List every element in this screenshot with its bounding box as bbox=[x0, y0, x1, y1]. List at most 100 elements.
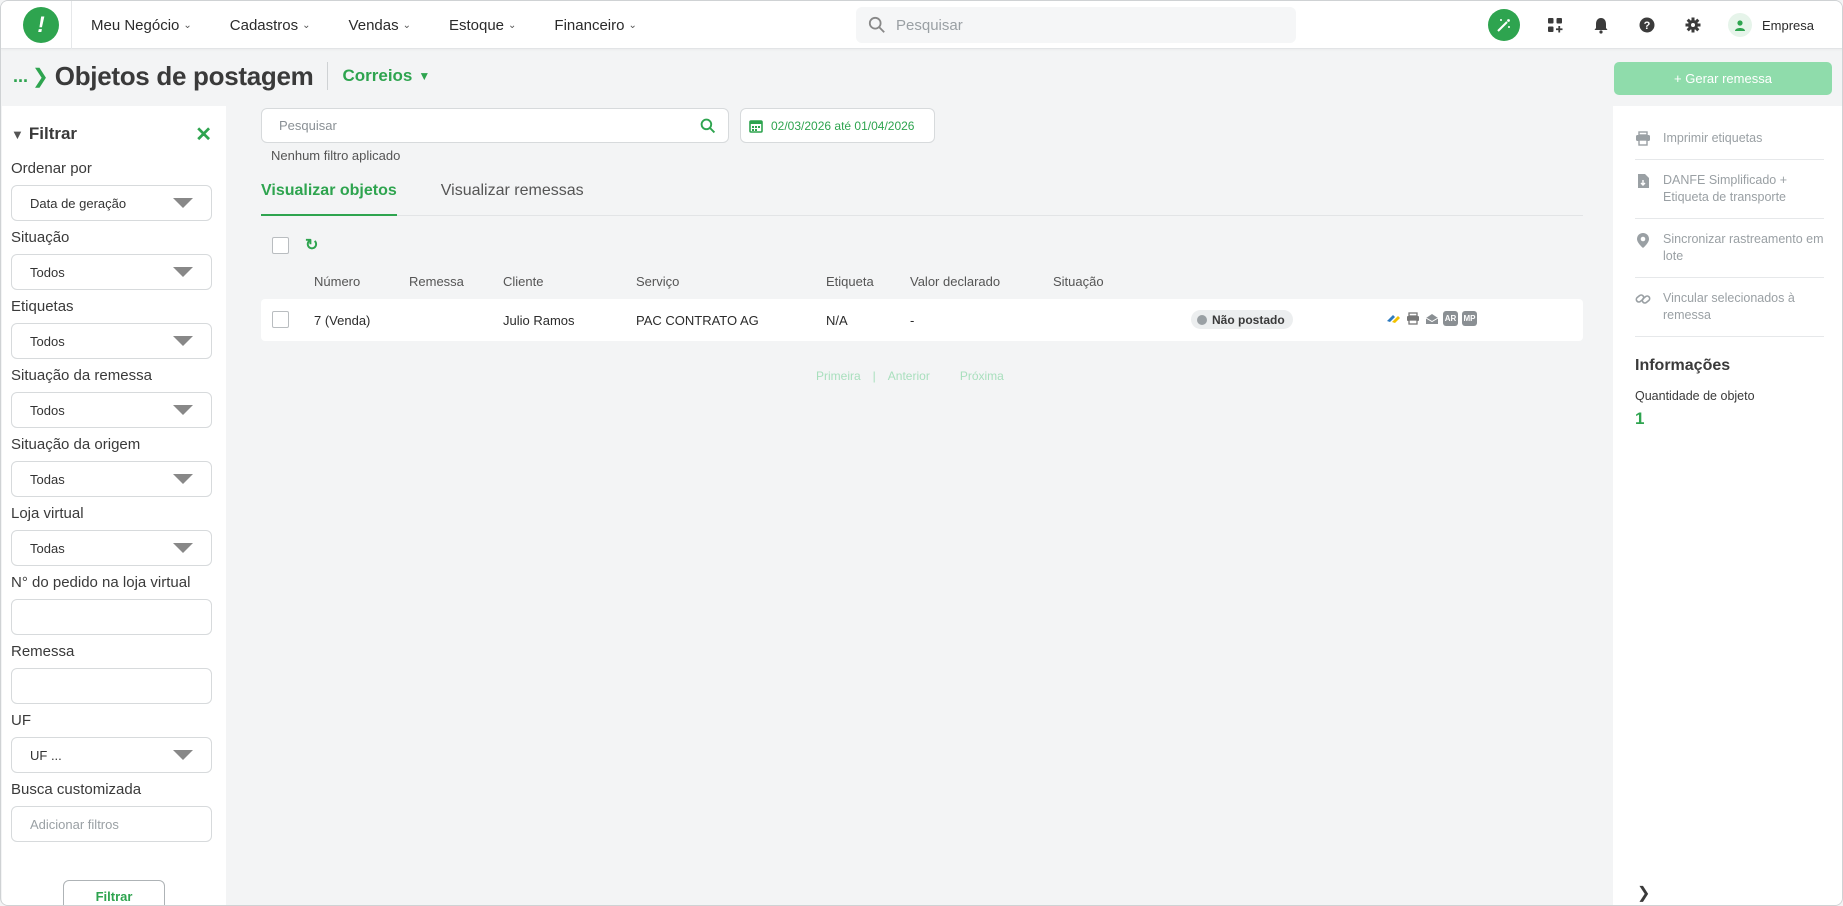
global-search-input[interactable]: Pesquisar bbox=[856, 7, 1296, 43]
link-to-shipment-action[interactable]: Vincular selecionados à remessa bbox=[1635, 278, 1824, 337]
store-select[interactable]: Todas bbox=[11, 530, 212, 566]
filter-title: ▼ Filtrar bbox=[11, 124, 77, 144]
objects-search-input[interactable]: Pesquisar bbox=[261, 108, 729, 143]
select-value: Todas bbox=[30, 471, 65, 487]
print-labels-action[interactable]: Imprimir etiquetas bbox=[1635, 118, 1824, 160]
order-number-input[interactable] bbox=[11, 599, 212, 635]
order-by-select[interactable]: Data de geração bbox=[11, 185, 212, 221]
shipment-situation-select[interactable]: Todos bbox=[11, 392, 212, 428]
select-value: UF ... bbox=[30, 747, 62, 763]
sync-tracking-action[interactable]: Sincronizar rastreamento em lote bbox=[1635, 219, 1824, 278]
table-row[interactable]: 7 (Venda) Julio Ramos PAC CONTRATO AG N/… bbox=[261, 299, 1583, 341]
help-icon[interactable]: ? bbox=[1636, 14, 1658, 36]
apps-icon[interactable] bbox=[1544, 14, 1566, 36]
generate-shipment-button[interactable]: + Gerar remessa bbox=[1614, 62, 1832, 95]
actions-panel: Imprimir etiquetas DANFE Simplificado + … bbox=[1613, 106, 1842, 905]
pager-first[interactable]: Primeira bbox=[816, 369, 861, 383]
shipment-label: Remessa bbox=[11, 643, 75, 660]
info-title: Informações bbox=[1635, 357, 1731, 374]
date-range-text: 02/03/2026 até 01/04/2026 bbox=[771, 118, 915, 133]
cell-valor: - bbox=[910, 313, 915, 328]
breadcrumb-arrow-icon: ❯ bbox=[32, 65, 49, 88]
table-toolbar: ↻ bbox=[272, 235, 318, 255]
cell-cliente: Julio Ramos bbox=[503, 313, 575, 328]
column-header[interactable]: Valor declarado bbox=[910, 274, 1000, 289]
select-all-checkbox[interactable] bbox=[272, 236, 289, 254]
column-header[interactable]: Número bbox=[314, 274, 360, 289]
chevron-right-icon[interactable]: ❯ bbox=[1637, 883, 1650, 903]
column-header[interactable]: Etiqueta bbox=[826, 274, 874, 289]
gear-icon[interactable] bbox=[1682, 14, 1704, 36]
carrier-dropdown[interactable]: Correios ▼ bbox=[342, 66, 430, 86]
table-header: Número Remessa Cliente Serviço Etiqueta … bbox=[261, 266, 1583, 294]
order-number-label: N° do pedido na loja virtual bbox=[11, 574, 191, 591]
svg-text:?: ? bbox=[1644, 20, 1651, 32]
user-icon bbox=[1727, 13, 1752, 37]
column-header[interactable]: Remessa bbox=[409, 274, 464, 289]
apply-filter-button[interactable]: Filtrar bbox=[63, 880, 165, 905]
print-icon bbox=[1636, 131, 1650, 146]
date-range-picker[interactable]: 02/03/2026 até 01/04/2026 bbox=[740, 108, 935, 143]
select-value: Data de geração bbox=[30, 195, 127, 211]
uf-label: UF bbox=[11, 712, 31, 729]
cell-numero[interactable]: 7 (Venda) bbox=[314, 313, 370, 328]
menu-cadastros[interactable]: Cadastros ⌄ bbox=[230, 17, 311, 34]
order-by-label: Ordenar por bbox=[11, 160, 92, 177]
tab-visualizar-objetos[interactable]: Visualizar objetos bbox=[261, 176, 397, 216]
ar-icon[interactable]: AR bbox=[1443, 311, 1458, 326]
caret-down-icon bbox=[173, 543, 193, 553]
custom-search-input[interactable]: Adicionar filtros bbox=[11, 806, 212, 842]
search-icon[interactable] bbox=[700, 118, 716, 134]
envelope-icon[interactable] bbox=[1424, 311, 1439, 326]
nav-divider bbox=[71, 1, 72, 49]
breadcrumb[interactable]: ... bbox=[13, 66, 28, 87]
labels-select[interactable]: Todos bbox=[11, 323, 212, 359]
refresh-icon[interactable]: ↻ bbox=[305, 235, 318, 255]
app-window: ! Meu Negócio ⌄ Cadastros ⌄ Vendas ⌄ Estoqu… bbox=[0, 0, 1843, 906]
status-text: Não postado bbox=[1212, 312, 1285, 327]
calendar-icon bbox=[749, 119, 763, 133]
column-header[interactable]: Serviço bbox=[636, 274, 679, 289]
danfe-action[interactable]: DANFE Simplificado + Etiqueta de transpo… bbox=[1635, 160, 1824, 219]
tab-visualizar-remessas[interactable]: Visualizar remessas bbox=[441, 176, 584, 216]
status-badge: Não postado bbox=[1191, 310, 1293, 329]
input-placeholder: Adicionar filtros bbox=[30, 816, 119, 832]
menu-estoque[interactable]: Estoque ⌄ bbox=[449, 17, 516, 34]
shipment-input[interactable] bbox=[11, 668, 212, 704]
correios-icon[interactable] bbox=[1386, 311, 1401, 326]
row-checkbox[interactable] bbox=[272, 311, 289, 328]
chevron-down-icon: ⌄ bbox=[402, 19, 411, 31]
chevron-down-icon: ⌄ bbox=[183, 19, 192, 31]
origin-situation-label: Situação da origem bbox=[11, 436, 141, 453]
situation-select[interactable]: Todos bbox=[11, 254, 212, 290]
title-divider bbox=[327, 62, 329, 90]
mp-icon[interactable]: MP bbox=[1462, 311, 1477, 326]
situation-label: Situação bbox=[11, 229, 70, 246]
action-label: Imprimir etiquetas bbox=[1663, 131, 1763, 145]
menu-vendas[interactable]: Vendas ⌄ bbox=[349, 17, 411, 34]
origin-situation-select[interactable]: Todas bbox=[11, 461, 212, 497]
filter-title-text: Filtrar bbox=[28, 124, 78, 143]
app-logo[interactable]: ! bbox=[23, 7, 59, 43]
column-header[interactable]: Cliente bbox=[503, 274, 543, 289]
close-icon[interactable]: ✕ bbox=[195, 122, 212, 147]
caret-down-icon bbox=[173, 336, 193, 346]
store-label: Loja virtual bbox=[11, 505, 84, 522]
pager-previous[interactable]: Anterior bbox=[888, 369, 930, 383]
chevron-down-icon: ⌄ bbox=[508, 19, 517, 31]
pager-next[interactable]: Próxima bbox=[960, 369, 1004, 383]
top-icons: ? Empresa bbox=[1464, 1, 1814, 49]
magic-wand-icon[interactable] bbox=[1487, 9, 1520, 41]
action-label: Sincronizar rastreamento em lote bbox=[1663, 232, 1824, 263]
menu-financeiro[interactable]: Financeiro ⌄ bbox=[554, 17, 636, 34]
user-menu[interactable]: Empresa bbox=[1727, 13, 1814, 37]
action-label: Vincular selecionados à remessa bbox=[1663, 291, 1795, 322]
print-icon[interactable] bbox=[1405, 311, 1420, 326]
status-dot bbox=[1197, 314, 1207, 325]
uf-select[interactable]: UF ... bbox=[11, 737, 212, 773]
select-value: Todos bbox=[30, 264, 65, 280]
chevron-down-icon: ⌄ bbox=[628, 19, 637, 31]
menu-meu-negocio[interactable]: Meu Negócio ⌄ bbox=[91, 17, 192, 34]
column-header[interactable]: Situação bbox=[1053, 274, 1104, 289]
bell-icon[interactable] bbox=[1590, 14, 1612, 36]
